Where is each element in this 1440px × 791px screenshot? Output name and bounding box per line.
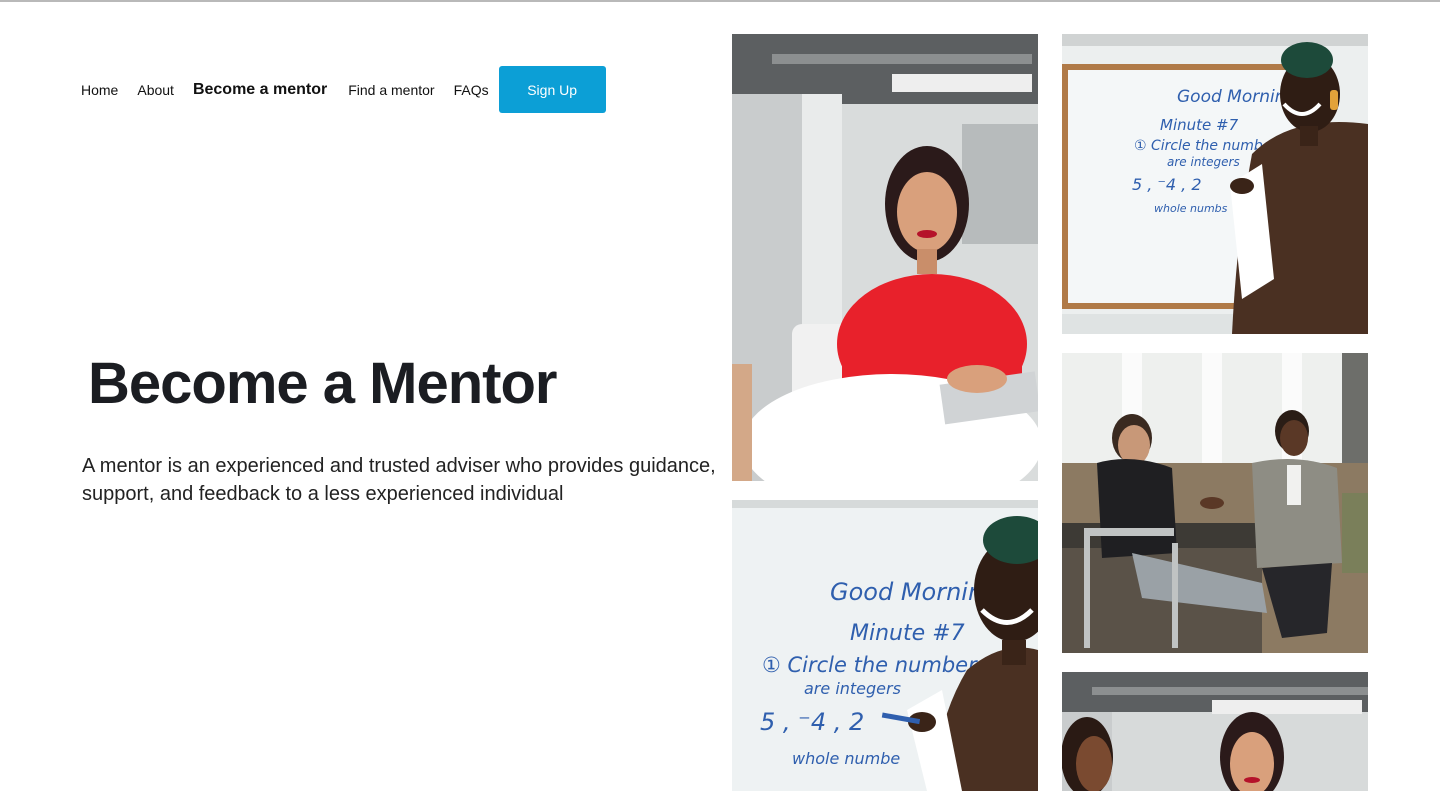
hero-description: A mentor is an experienced and trusted a… (82, 455, 716, 505)
main-nav: Home About Become a mentor Find a mentor… (81, 66, 606, 113)
teacher-whiteboard-photo: Good Morning Minute #7 ① Circle the numb… (732, 500, 1038, 791)
svg-text:Good Morning: Good Morning (830, 578, 998, 606)
svg-text:are integers: are integers (804, 679, 901, 698)
svg-text:① Circle the numbers: ① Circle the numbers (762, 653, 988, 677)
page-title: Become a Mentor (88, 351, 557, 416)
nav-find-mentor-link[interactable]: Find a mentor (348, 82, 434, 98)
svg-text:whole numbe: whole numbe (792, 749, 900, 768)
top-border (0, 0, 1440, 2)
nav-about-link[interactable]: About (137, 82, 174, 98)
teacher-whiteboard-photo: Good Morning Minute #7 ① Circle the numb… (1062, 34, 1368, 334)
svg-text:are integers: are integers (1167, 155, 1240, 169)
two-men-conversation-photo (1062, 353, 1368, 653)
svg-text:whole numbs: whole numbs (1154, 202, 1228, 215)
nav-home-link[interactable]: Home (81, 82, 118, 98)
svg-text:5 , ⁻4 , 2: 5 , ⁻4 , 2 (1132, 175, 1202, 194)
sign-up-button[interactable]: Sign Up (498, 66, 606, 113)
nav-faqs-link[interactable]: FAQs (454, 82, 489, 98)
woman-red-shirt-photo (732, 34, 1038, 481)
svg-text:Good Morning: Good Morning (1177, 87, 1296, 107)
svg-text:Minute #7: Minute #7 (850, 621, 965, 646)
svg-text:Minute #7: Minute #7 (1160, 116, 1239, 134)
women-office-photo (1062, 672, 1368, 791)
svg-text:5 , ⁻4 , 2: 5 , ⁻4 , 2 (760, 708, 864, 736)
nav-become-mentor-link[interactable]: Become a mentor (193, 81, 327, 99)
